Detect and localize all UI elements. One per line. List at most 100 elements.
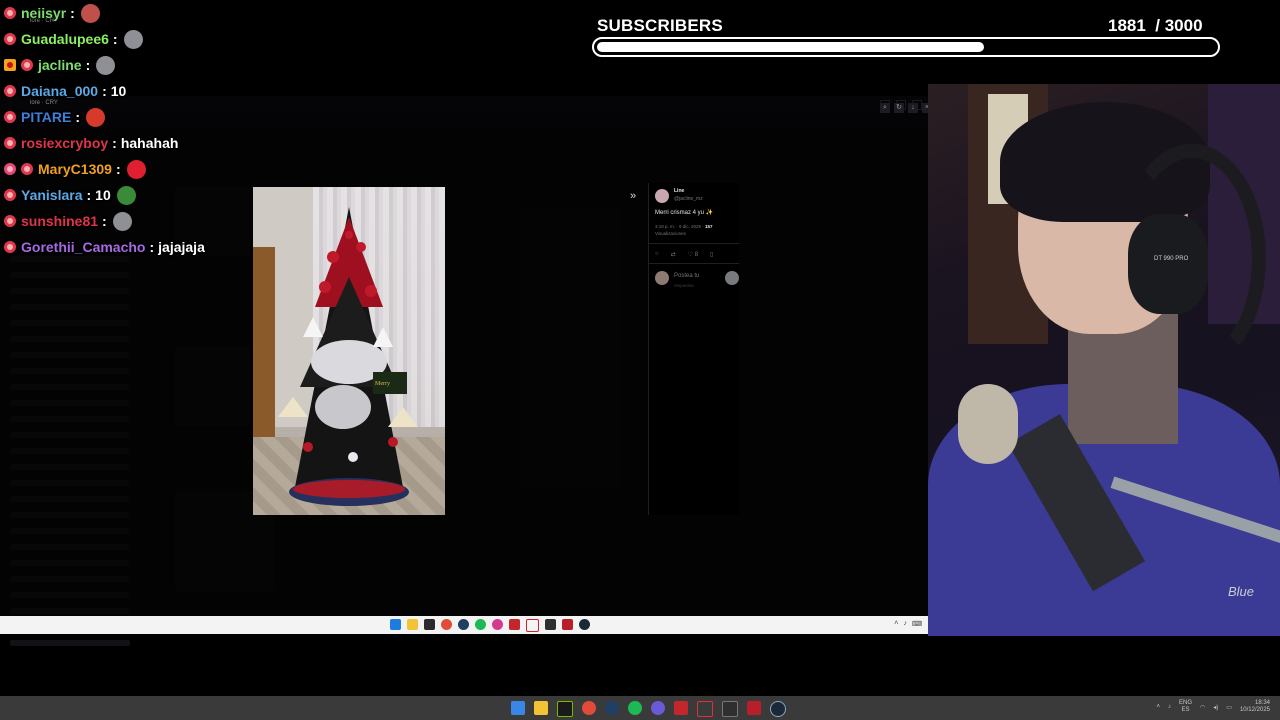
chat-separator: : [115, 161, 121, 177]
obs-icon[interactable] [492, 619, 503, 630]
start-icon[interactable] [511, 701, 525, 715]
epic-icon[interactable] [545, 619, 556, 630]
sub-badge-icon [21, 59, 33, 71]
obs-icon[interactable] [651, 701, 665, 715]
svg-text:Merry: Merry [375, 381, 390, 387]
tweet-views-label: Visualizaciones [655, 231, 686, 236]
face-emote-icon [80, 3, 100, 23]
chevron-up-icon[interactable]: ˄ [894, 620, 898, 628]
subscriber-goal-bar [592, 37, 1220, 57]
headphone-cup [1128, 214, 1208, 314]
tweet-avatar[interactable] [655, 189, 669, 203]
valorant-icon[interactable] [697, 701, 713, 717]
mic-icon[interactable]: ♪ [903, 620, 907, 628]
outer-system-tray: ˄ ♪ ENG ES ◠ ◂) ▭ 18:34 10/12/2025 [1157, 700, 1271, 714]
sub-badge-icon [4, 215, 16, 227]
inner-taskbar-icons [390, 619, 590, 632]
mic-icon[interactable]: ♪ [1168, 704, 1171, 710]
folder-icon[interactable] [534, 701, 548, 715]
santa-emote-icon [116, 185, 136, 205]
retweet-icon[interactable]: ⇄ [671, 251, 676, 258]
chat-separator: : [149, 239, 155, 255]
chat-username[interactable]: rosiexcryboy [21, 135, 108, 151]
tweet-author-name[interactable]: Line [674, 188, 684, 194]
sub-badge-icon [4, 189, 16, 201]
wifi-icon[interactable]: ◠ [1200, 704, 1205, 711]
tweet-actions: ○ ⇄ ♡ 8 ▯ [655, 251, 713, 258]
clock[interactable]: 18:34 10/12/2025 [1240, 700, 1270, 714]
chevron-up-icon[interactable]: ˄ [1157, 704, 1161, 710]
microphone-icon [958, 384, 1018, 464]
download-icon[interactable]: ↓ [908, 103, 918, 113]
christmas-tree-photo[interactable]: Merry [253, 187, 445, 515]
webcam-feed: DT 990 PRO Blue [928, 84, 1280, 636]
gift-badge-icon [4, 59, 16, 71]
zoom-icon[interactable]: ⌕ [880, 103, 890, 113]
tweet-panel: Line @jacline_mz Merri crismaz 4 yu ✨ 3:… [648, 183, 739, 515]
steam-icon[interactable] [605, 701, 619, 715]
epic-icon[interactable] [722, 701, 738, 717]
chat-separator: : [75, 109, 80, 125]
battery-icon[interactable]: ▭ [1226, 704, 1232, 711]
reply-avatar [655, 271, 669, 285]
reply-icon[interactable]: ○ [655, 251, 659, 258]
chat-message-text: 10 [110, 83, 127, 99]
nvidia-icon[interactable] [557, 701, 573, 717]
rotate-icon[interactable]: ↻ [894, 103, 904, 113]
chat-username[interactable]: Gorethii_Camacho [21, 239, 145, 255]
tweet-author-handle[interactable]: @jacline_mz [674, 196, 703, 202]
sub-badge-icon [4, 241, 16, 253]
chat-username[interactable]: MaryC1309 [38, 161, 112, 177]
chat-username[interactable]: jacline [38, 57, 82, 73]
volume-icon[interactable]: ◂) [1213, 704, 1218, 711]
steam-icon-2[interactable] [579, 619, 590, 630]
chat-message: sunshine81: [4, 211, 132, 231]
chat-username[interactable]: Guadalupee6 [21, 31, 109, 47]
media-icon[interactable] [747, 701, 761, 715]
chat-username[interactable]: Yanislara [21, 187, 83, 203]
nvidia-icon[interactable] [424, 619, 435, 630]
chat-separator: : [102, 83, 107, 99]
chat-message-text: jajajaja [158, 239, 205, 255]
app-icon[interactable] [509, 619, 520, 630]
subscriber-goal-title: SUBSCRIBERS [597, 16, 723, 35]
spotify-icon[interactable] [628, 701, 642, 715]
chat-message: MaryC1309: [4, 159, 146, 179]
steam-icon[interactable] [458, 619, 469, 630]
outer-taskbar: ˄ ♪ ENG ES ◠ ◂) ▭ 18:34 10/12/2025 [0, 696, 1280, 720]
chat-message: Daiana_000:10 [4, 81, 126, 101]
expand-icon[interactable]: » [630, 190, 642, 202]
bookmark-icon[interactable]: ▯ [710, 251, 713, 258]
reply-button[interactable] [725, 271, 739, 285]
start-icon[interactable] [390, 619, 401, 630]
chat-message-text: hahahah [120, 135, 179, 151]
like-icon[interactable]: ♡ 8 [688, 251, 698, 258]
chat-username[interactable]: neiisyr [21, 5, 66, 21]
reply-input-sub: respuesta [674, 283, 694, 288]
chat-separator: : [86, 187, 92, 203]
chat-username[interactable]: PITARE [21, 109, 71, 125]
subscriber-goal-count: 1881 / 3000 [1108, 16, 1203, 35]
sub-badge-icon [4, 33, 16, 45]
spotify-icon[interactable] [475, 619, 486, 630]
chrome-icon[interactable] [441, 619, 452, 630]
chat-message-text: 10 [95, 187, 111, 203]
keyboard-icon[interactable]: ⌨ [912, 620, 922, 628]
chrome-icon[interactable] [582, 701, 596, 715]
language-indicator[interactable]: ENG ES [1179, 700, 1192, 714]
steam-icon-2[interactable] [770, 701, 786, 717]
chat-username[interactable]: Daiana_000 [21, 83, 98, 99]
app-icon[interactable] [674, 701, 688, 715]
folder-icon[interactable] [407, 619, 418, 630]
inner-system-tray: ˄ ♪ ⌨ [894, 620, 922, 628]
media-icon[interactable] [562, 619, 573, 630]
sub-badge-pink-icon [4, 163, 16, 175]
valorant-icon[interactable] [526, 619, 539, 632]
chat-username[interactable]: sunshine81 [21, 213, 98, 229]
reply-input[interactable]: Postea tu [674, 273, 699, 279]
chat-message: jacline: [4, 55, 116, 75]
heart-emote-icon [126, 159, 146, 179]
viewer-toolbar: ⌕ ↻ ↓ × [880, 103, 932, 113]
chat-message: rosiexcryboy: hahahah [4, 133, 178, 153]
chat-separator: : [70, 5, 75, 21]
